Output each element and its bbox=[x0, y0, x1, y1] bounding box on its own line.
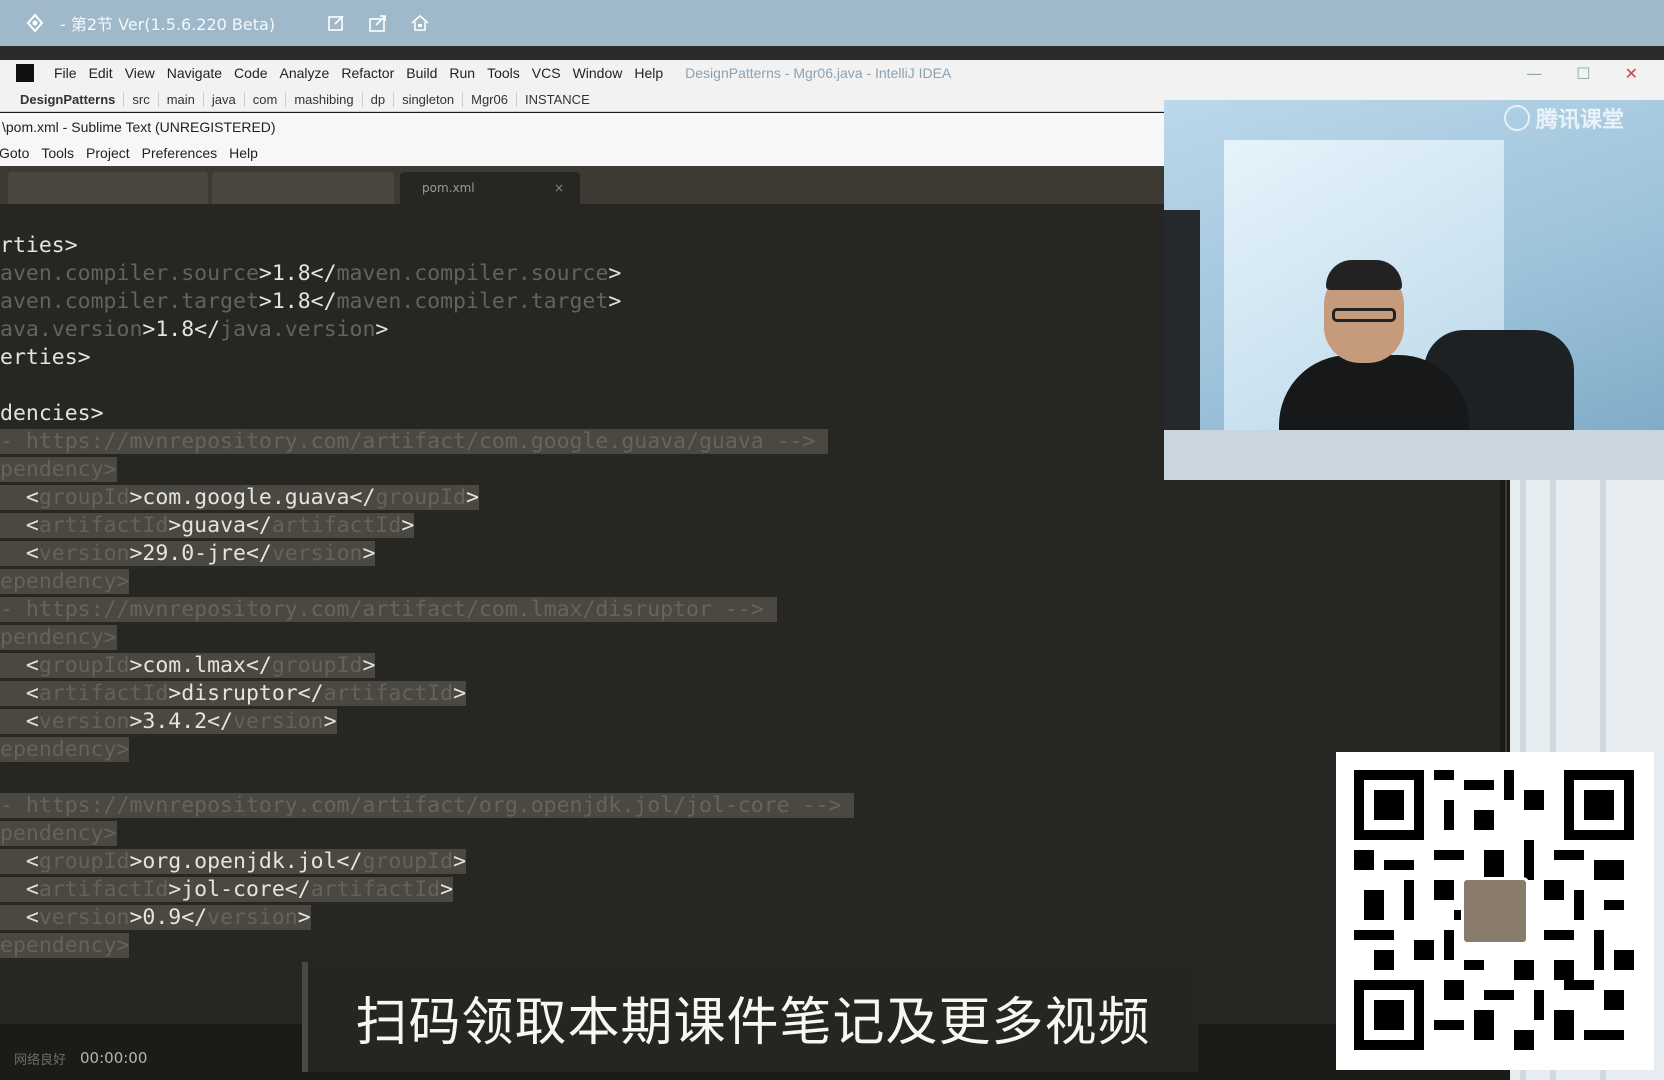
play-icon bbox=[1503, 105, 1530, 131]
code-line: pendency> bbox=[0, 625, 117, 650]
minimize-icon[interactable]: — bbox=[1526, 64, 1542, 83]
breadcrumb-item[interactable]: Mgr06 bbox=[463, 91, 517, 107]
breadcrumb-item[interactable]: src bbox=[124, 91, 159, 107]
player-status: 网络良好 00:00:00 bbox=[14, 1046, 147, 1070]
menu-analyze[interactable]: Analyze bbox=[274, 65, 336, 81]
code-line: pendency> bbox=[0, 821, 117, 846]
separator bbox=[0, 46, 1664, 60]
code-line: <artifactId>jol-core</artifactId> bbox=[0, 876, 454, 904]
sublime-tabbar: pom.xml × bbox=[0, 166, 1170, 204]
code-line: erties> bbox=[0, 345, 91, 370]
menu-build[interactable]: Build bbox=[400, 65, 443, 81]
code-line: ependency> bbox=[0, 569, 130, 594]
intellij-logo-icon bbox=[16, 64, 34, 82]
code-line: <groupId>com.lmax</groupId> bbox=[0, 652, 376, 680]
tab-inactive[interactable] bbox=[212, 172, 394, 204]
code-line: <artifactId>disruptor</artifactId> bbox=[0, 680, 467, 708]
share-icon[interactable] bbox=[365, 10, 391, 36]
menu-window[interactable]: Window bbox=[567, 65, 629, 81]
breadcrumb: DesignPatterns src main java com mashibi… bbox=[20, 86, 598, 112]
sublime-title: \pom.xml - Sublime Text (UNREGISTERED) bbox=[2, 118, 276, 135]
code-line: - https://mvnrepository.com/artifact/com… bbox=[0, 428, 829, 456]
promo-caption: 扫码领取本期课件笔记及更多视频 bbox=[302, 962, 1198, 1072]
player-titlebar: - 第2节 Ver(1.5.6.220 Beta) bbox=[0, 0, 1664, 46]
menu-vcs[interactable]: VCS bbox=[526, 65, 567, 81]
window-controls: — ☐ ✕ bbox=[1526, 60, 1638, 86]
code-line: <version>0.9</version> bbox=[0, 904, 311, 932]
menu-tools[interactable]: Tools bbox=[481, 65, 526, 81]
code-line: <groupId>com.google.guava</groupId> bbox=[0, 484, 479, 512]
code-line: ependency> bbox=[0, 933, 130, 958]
menu-run[interactable]: Run bbox=[443, 65, 481, 81]
breadcrumb-item[interactable]: mashibing bbox=[286, 91, 363, 107]
player-title: - 第2节 Ver(1.5.6.220 Beta) bbox=[60, 15, 276, 34]
app-icon[interactable] bbox=[22, 10, 48, 36]
code-line: - https://mvnrepository.com/artifact/com… bbox=[0, 596, 777, 624]
code-line: ependency> bbox=[0, 737, 130, 762]
watermark-text: 腾讯课堂 bbox=[1535, 108, 1624, 133]
tab-inactive[interactable] bbox=[8, 172, 208, 204]
breadcrumb-item[interactable]: java bbox=[204, 91, 245, 107]
code-line: <version>3.4.2</version> bbox=[0, 708, 337, 736]
watermark-logo: 腾讯课堂 bbox=[1503, 102, 1624, 134]
code-line: - https://mvnrepository.com/artifact/org… bbox=[0, 792, 855, 820]
caption-text: 扫码领取本期课件笔记及更多视频 bbox=[355, 992, 1151, 1053]
menu-code[interactable]: Code bbox=[228, 65, 273, 81]
code-line: pendency> bbox=[0, 457, 117, 482]
breadcrumb-item[interactable]: singleton bbox=[394, 91, 464, 107]
menu-edit[interactable]: Edit bbox=[83, 65, 119, 81]
playback-time: 00:00:00 bbox=[80, 1049, 148, 1067]
menu-view[interactable]: View bbox=[119, 65, 161, 81]
code-line: aven.compiler.source>1.8</maven.compiler… bbox=[0, 261, 622, 286]
menu-help[interactable]: Help bbox=[628, 65, 669, 81]
breadcrumb-item[interactable]: dp bbox=[363, 91, 395, 107]
avatar bbox=[1461, 877, 1529, 945]
sublime-menu-tools[interactable]: Tools bbox=[41, 145, 83, 161]
sublime-titlebar: \pom.xml - Sublime Text (UNREGISTERED) bbox=[0, 113, 1170, 140]
tab-label: pom.xml bbox=[422, 181, 475, 195]
tab-close-icon[interactable]: × bbox=[554, 181, 564, 195]
network-status: 网络良好 bbox=[14, 1052, 67, 1068]
intellij-menubar: File Edit View Navigate Code Analyze Ref… bbox=[0, 60, 951, 86]
sublime-menu-goto[interactable]: Goto bbox=[0, 145, 38, 161]
menu-refactor[interactable]: Refactor bbox=[335, 65, 400, 81]
menu-navigate[interactable]: Navigate bbox=[161, 65, 228, 81]
code-line: <groupId>org.openjdk.jol</groupId> bbox=[0, 848, 467, 876]
sublime-menu-preferences[interactable]: Preferences bbox=[142, 145, 226, 161]
code-line: ava.version>1.8</java.version> bbox=[0, 317, 389, 342]
breadcrumb-item[interactable]: DesignPatterns bbox=[20, 91, 125, 107]
close-icon[interactable]: ✕ bbox=[1625, 64, 1638, 83]
code-line: <artifactId>guava</artifactId> bbox=[0, 512, 415, 540]
code-line: aven.compiler.target>1.8</maven.compiler… bbox=[0, 289, 622, 314]
home-icon[interactable] bbox=[407, 10, 433, 36]
code-line: rties> bbox=[0, 233, 78, 258]
maximize-icon[interactable]: ☐ bbox=[1576, 64, 1590, 83]
sublime-menubar: Goto Tools Project Preferences Help bbox=[0, 140, 1170, 166]
sublime-menu-project[interactable]: Project bbox=[86, 145, 139, 161]
breadcrumb-item[interactable]: INSTANCE bbox=[517, 92, 598, 107]
sublime-menu-help[interactable]: Help bbox=[229, 145, 267, 161]
note-icon[interactable] bbox=[323, 10, 349, 36]
menu-file[interactable]: File bbox=[48, 65, 83, 81]
breadcrumb-item[interactable]: main bbox=[159, 91, 204, 107]
breadcrumb-item[interactable]: com bbox=[245, 91, 287, 107]
code-line: <version>29.0-jre</version> bbox=[0, 540, 376, 568]
code-line: dencies> bbox=[0, 401, 104, 426]
tab-pom-xml[interactable]: pom.xml × bbox=[400, 172, 580, 204]
webcam-video: 腾讯课堂 bbox=[1164, 100, 1664, 480]
intellij-title: DesignPatterns - Mgr06.java - IntelliJ I… bbox=[685, 65, 952, 81]
qr-code bbox=[1336, 752, 1654, 1070]
